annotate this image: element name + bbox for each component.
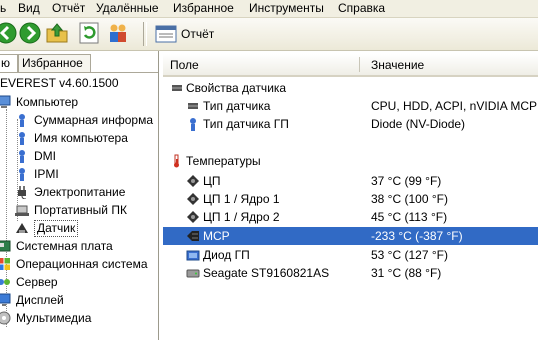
server-icon: [0, 279, 10, 285]
tree-item-label: Дисплей: [16, 293, 64, 307]
tree-item-label: Операционная система: [16, 257, 148, 271]
row-field: Seagate ST9160821AS: [203, 266, 330, 280]
tab-menu-label: ю: [1, 56, 10, 70]
ipmi-icon: [19, 168, 25, 181]
forward-icon[interactable]: [18, 21, 42, 45]
table-row[interactable]: ЦП 1 / Ядро 2 45 °C (113 °F): [163, 208, 538, 226]
left-tabs: ю Избранное: [0, 54, 158, 73]
tree-item-label: Компьютер: [16, 95, 79, 109]
row-value: 37 °C (99 °F): [371, 174, 442, 188]
tree-item-label: Портативный ПК: [34, 203, 127, 217]
table-row[interactable]: Диод ГП 53 °C (127 °F): [163, 246, 538, 264]
menu-remote[interactable]: Удалённые: [96, 1, 159, 15]
power-icon: [18, 186, 27, 199]
column-divider: [359, 57, 360, 72]
row-value: 53 °C (127 °F): [371, 248, 448, 262]
refresh-icon[interactable]: [77, 21, 101, 45]
tree-item-label: Датчик: [34, 220, 79, 237]
row-value: 45 °C (113 °F): [371, 210, 448, 224]
gpu-sensor-icon: [190, 118, 196, 131]
report-label: Отчёт: [181, 27, 215, 41]
cpu-icon: [187, 175, 199, 187]
row-field: ЦП 1 / Ядро 2: [203, 210, 280, 224]
menu-file[interactable]: ь: [0, 1, 6, 15]
row-value: Diode (NV-Diode): [371, 117, 466, 131]
menu-bar: ь Вид Отчёт Удалённые Избранное Инструме…: [0, 0, 538, 18]
table-row[interactable]: ЦП 1 / Ядро 1 38 °C (100 °F): [163, 190, 538, 208]
sensor-chip-icon: [188, 103, 198, 109]
left-pane: ю Избранное EVEREST v4.60.1500 Компьютер…: [0, 51, 159, 340]
toolbar-separator: [143, 22, 147, 46]
multimedia-icon: [0, 311, 11, 325]
tree-item-label: EVEREST v4.60.1500: [0, 76, 119, 90]
row-field: ЦП 1 / Ядро 1: [203, 192, 280, 206]
tree-item-label: DMI: [34, 149, 56, 163]
display-icon: [0, 293, 11, 306]
menu-report[interactable]: Отчёт: [52, 1, 85, 15]
tab-favorites-label: Избранное: [22, 56, 83, 70]
tree-item-label: Суммарная информа: [34, 113, 153, 127]
gpu-diode-icon: [186, 250, 200, 261]
back-icon[interactable]: [0, 21, 18, 45]
tree-item-label: Электропитание: [34, 185, 126, 199]
windows-icon: [0, 258, 10, 270]
summary-icon: [19, 114, 25, 127]
sensor-chip-icon: [172, 85, 182, 91]
cpu-icon: [187, 211, 199, 223]
tree-item-label: Сервер: [16, 275, 58, 289]
section-temperatures[interactable]: Температуры: [163, 152, 538, 170]
users-icon[interactable]: [106, 21, 130, 45]
row-field: MCP: [203, 227, 230, 245]
table-header: Поле Значение: [163, 54, 538, 77]
sensor-icon: [16, 223, 28, 233]
laptop-icon: [15, 205, 29, 216]
tree-item-label: Имя компьютера: [34, 131, 128, 145]
menu-tools[interactable]: Инструменты: [249, 1, 324, 15]
row-value: CPU, HDD, ACPI, nVIDIA MCP: [371, 99, 538, 113]
tree-item-label: IPMI: [34, 167, 59, 181]
thermometer-icon: [174, 154, 179, 168]
table-row[interactable]: Seagate ST9160821AS 31 °C (88 °F): [163, 264, 538, 282]
right-pane: Поле Значение Свойства датчика Тип датчи…: [163, 51, 538, 340]
report-icon: [155, 25, 177, 43]
section-label: Температуры: [186, 154, 261, 168]
table-row[interactable]: ЦП 37 °C (99 °F): [163, 172, 538, 190]
column-header-value[interactable]: Значение: [371, 58, 424, 72]
menu-favorites[interactable]: Избранное: [173, 1, 234, 15]
hdd-icon: [186, 269, 200, 278]
row-field: Диод ГП: [203, 248, 250, 262]
tab-favorites[interactable]: Избранное: [18, 54, 91, 72]
section-label: Свойства датчика: [186, 81, 287, 95]
row-field: Тип датчика: [203, 99, 271, 113]
tree-item-label: Мультимедиа: [16, 311, 92, 325]
table-row-selected[interactable]: MCP -233 °C (-387 °F): [163, 227, 538, 245]
section-sensor-properties[interactable]: Свойства датчика: [163, 79, 538, 97]
cpu-icon: [187, 193, 199, 205]
toolbar: Отчёт: [0, 18, 538, 51]
computer-name-icon: [19, 132, 25, 145]
row-field: ЦП: [203, 174, 221, 188]
table-row[interactable]: Тип датчика ГП Diode (NV-Diode): [163, 115, 538, 133]
row-value: -233 °C (-387 °F): [371, 229, 463, 243]
computer-icon: [0, 95, 11, 108]
table-row[interactable]: Тип датчика CPU, HDD, ACPI, nVIDIA MCP: [163, 97, 538, 115]
row-value: 31 °C (88 °F): [371, 266, 442, 280]
dmi-icon: [19, 150, 25, 163]
up-folder-icon[interactable]: [45, 21, 69, 45]
tab-menu[interactable]: ю: [0, 54, 18, 72]
menu-help[interactable]: Справка: [338, 1, 385, 15]
column-header-field[interactable]: Поле: [170, 58, 199, 72]
row-field: Тип датчика ГП: [203, 117, 289, 131]
motherboard-icon: [0, 240, 11, 252]
menu-view[interactable]: Вид: [18, 1, 40, 15]
row-value: 38 °C (100 °F): [371, 192, 448, 206]
chip-icon: [187, 231, 199, 241]
tree-item-label: Системная плата: [16, 239, 113, 253]
